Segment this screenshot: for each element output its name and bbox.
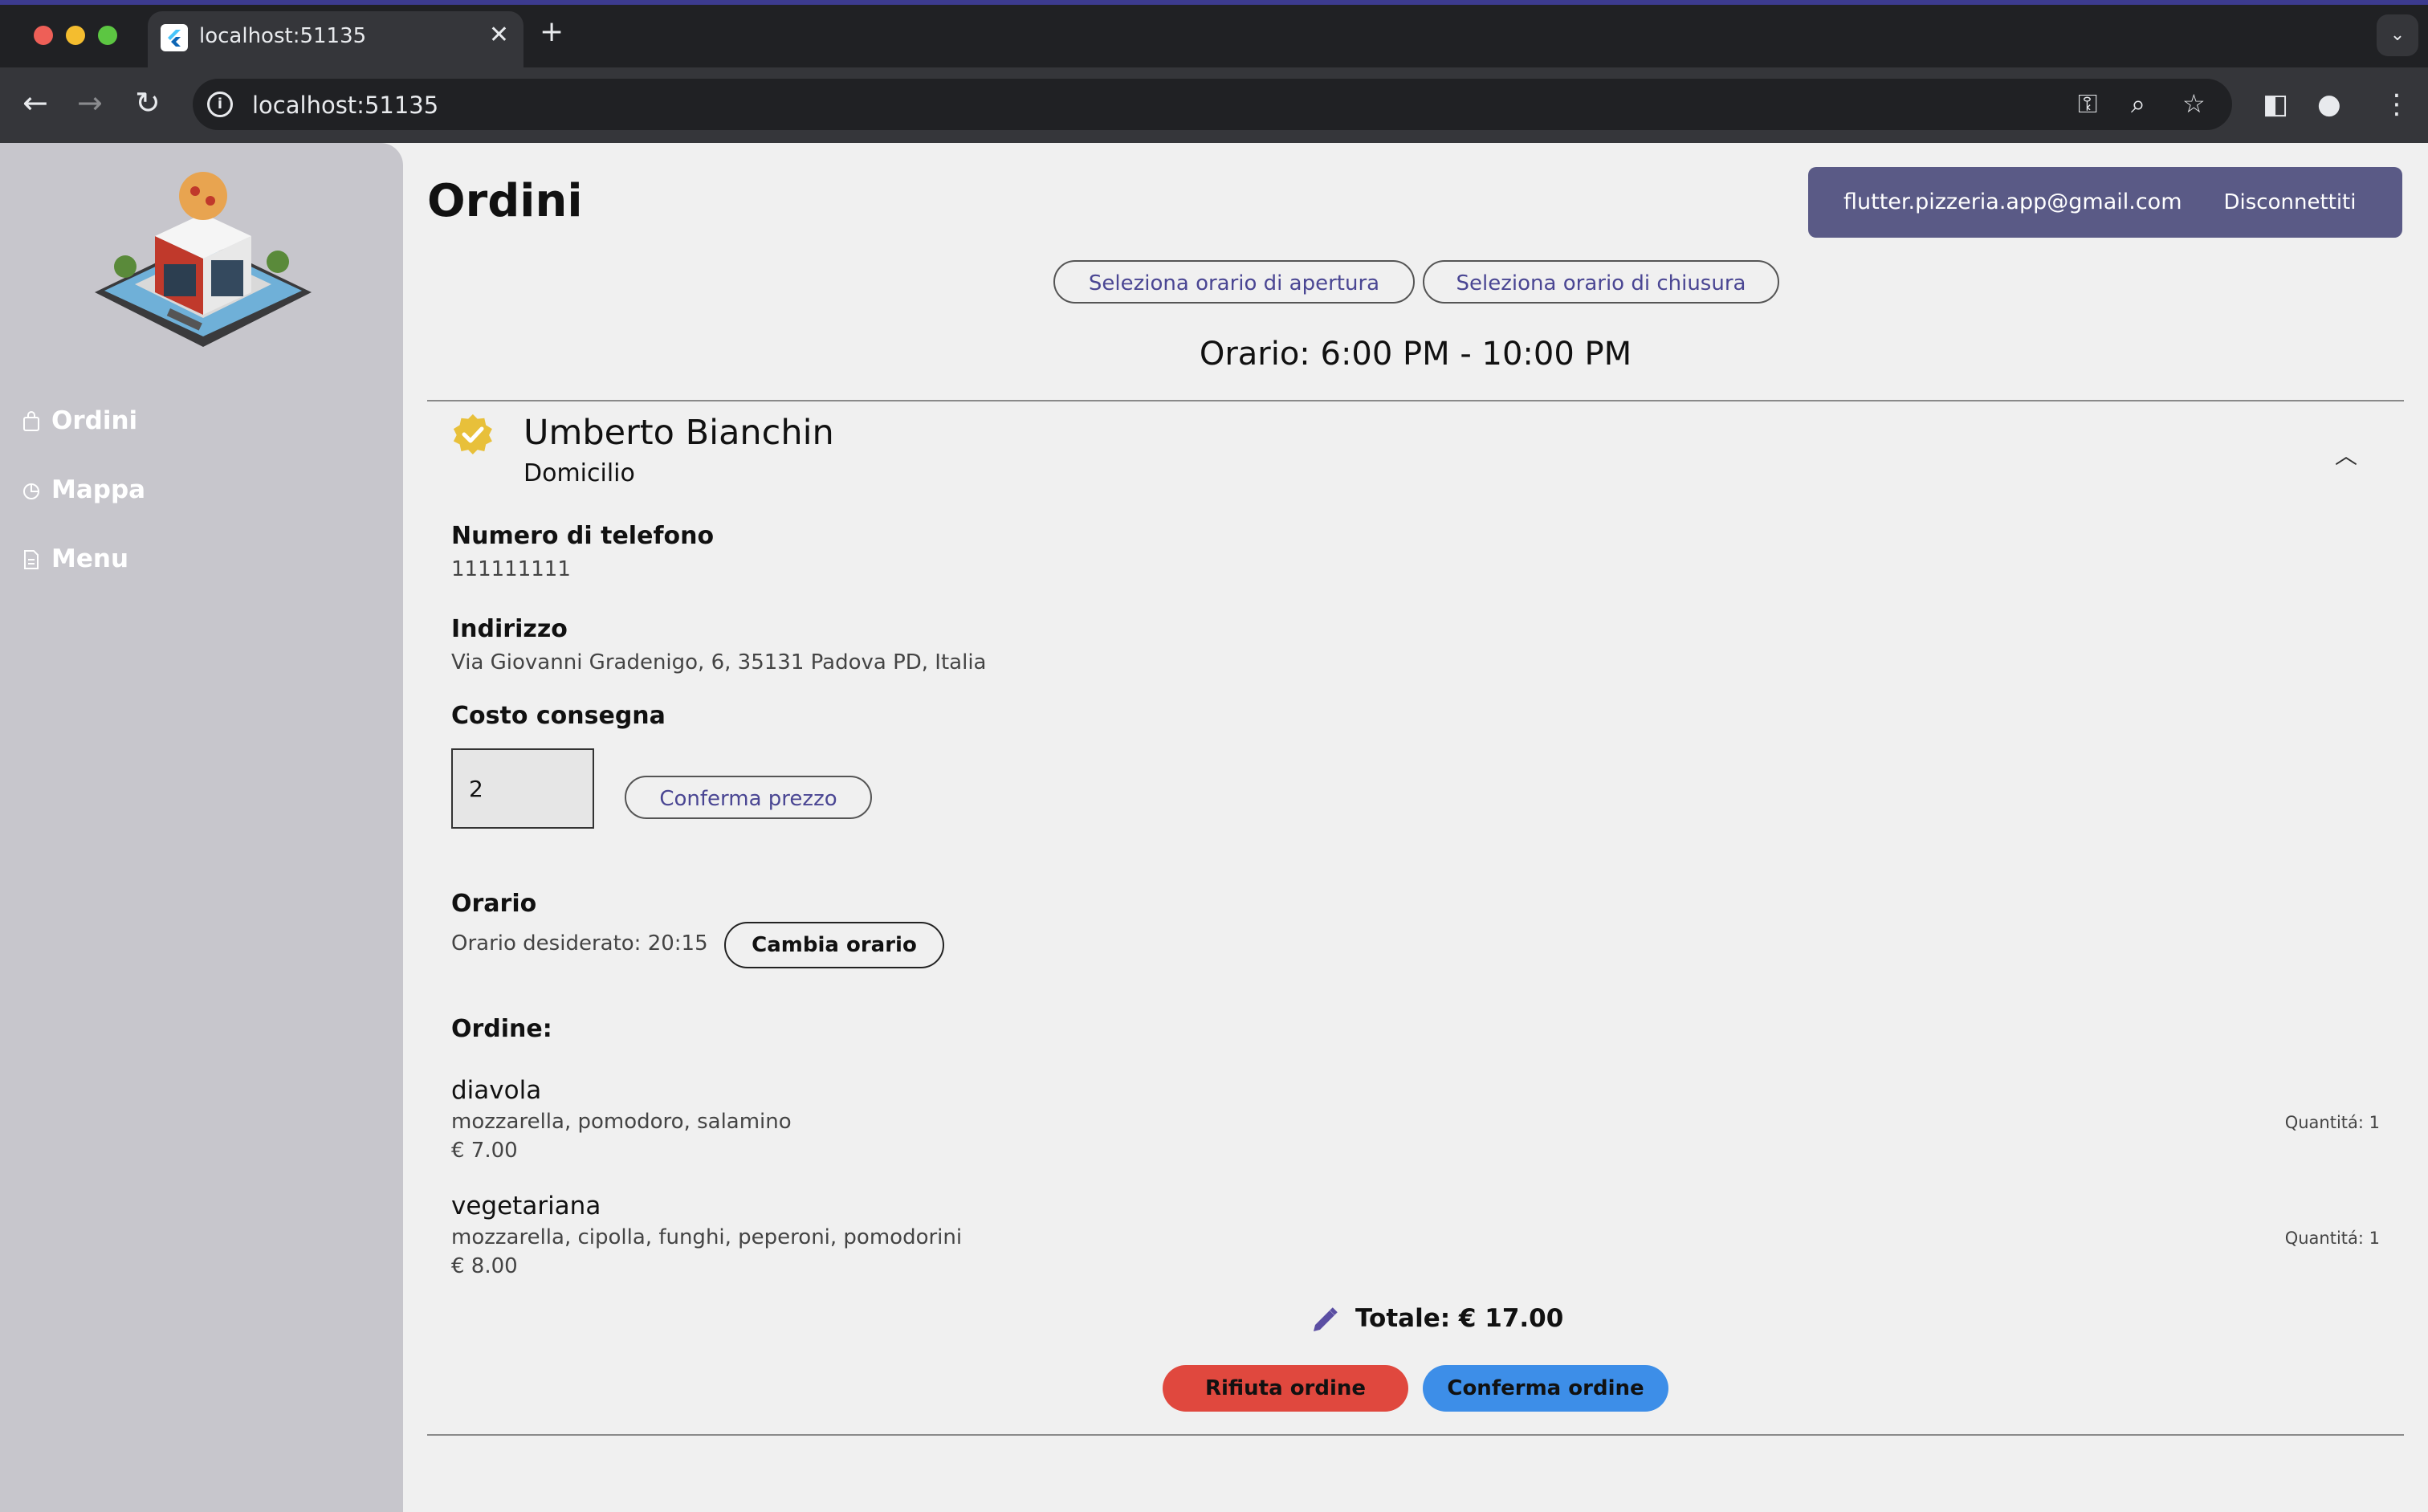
confirm-price-button[interactable]: Conferma prezzo <box>625 776 872 819</box>
profile-icon[interactable]: ● <box>2317 88 2341 120</box>
tab-close-icon[interactable]: ✕ <box>489 21 509 49</box>
reload-icon[interactable]: ↻ <box>135 85 161 120</box>
window-maximize-button[interactable] <box>98 26 117 45</box>
browser-chrome: localhost:51135 ✕ + ⌄ ← → ↻ i localhost:… <box>0 0 2428 143</box>
select-opening-time-button[interactable]: Seleziona orario di apertura <box>1053 260 1415 304</box>
flutter-icon <box>161 24 188 51</box>
window-top-border <box>0 0 2428 5</box>
new-tab-button[interactable]: + <box>540 18 564 47</box>
divider <box>427 400 2404 401</box>
tab-title: localhost:51135 <box>199 24 367 48</box>
address-label: Indirizzo <box>451 615 568 643</box>
item-name: diavola <box>451 1076 542 1105</box>
change-time-button[interactable]: Cambia orario <box>724 922 944 968</box>
order-label: Ordine: <box>451 1015 552 1043</box>
chevron-up-icon[interactable]: ︿ <box>2335 438 2357 471</box>
logout-button[interactable]: Disconnettiti <box>2210 178 2370 226</box>
item-quantity: Quantitá: 1 <box>2284 1229 2380 1248</box>
time-label: Orario <box>451 890 537 918</box>
document-icon <box>24 550 39 569</box>
item-name: vegetariana <box>451 1192 601 1221</box>
sidebar-item-label: Menu <box>51 544 129 573</box>
item-ingredients: mozzarella, pomodoro, salamino <box>451 1110 792 1134</box>
address-bar[interactable]: i localhost:51135 ⚿ ⌕ ☆ <box>193 79 2232 130</box>
bookmark-star-icon[interactable]: ☆ <box>2182 88 2206 119</box>
reject-order-button[interactable]: Rifiuta ordine <box>1163 1365 1408 1412</box>
edit-pencil-icon[interactable] <box>1310 1306 1339 1335</box>
confirm-order-button[interactable]: Conferma ordine <box>1423 1365 1668 1412</box>
back-arrow-icon[interactable]: ← <box>22 85 48 120</box>
opening-hours: Orario: 6:00 PM - 10:00 PM <box>1199 336 1632 373</box>
password-key-icon[interactable]: ⚿ <box>2078 88 2097 120</box>
verified-badge-icon <box>451 413 495 459</box>
tab-search-chevron-icon[interactable]: ⌄ <box>2377 14 2418 56</box>
delivery-cost-input[interactable] <box>451 748 594 829</box>
forward-arrow-icon[interactable]: → <box>77 85 103 120</box>
item-price: € 7.00 <box>451 1139 518 1163</box>
bag-icon <box>23 411 39 431</box>
account-bar: flutter.pizzeria.app@gmail.com Disconnet… <box>1808 167 2402 238</box>
window-minimize-button[interactable] <box>66 26 85 45</box>
phone-value: 111111111 <box>451 557 571 581</box>
pizzeria-logo <box>87 164 320 368</box>
divider <box>427 1434 2404 1436</box>
account-email: flutter.pizzeria.app@gmail.com <box>1843 190 2182 214</box>
page-title: Ordini <box>427 175 583 227</box>
site-info-icon[interactable]: i <box>207 92 233 117</box>
url-text[interactable]: localhost:51135 <box>252 92 438 119</box>
browser-toolbar: ← → ↻ i localhost:51135 ⚿ ⌕ ☆ ◧ ● ⋮ <box>0 67 2428 143</box>
browser-tab[interactable]: localhost:51135 ✕ <box>148 11 523 67</box>
order-type: Domicilio <box>523 459 635 487</box>
order-total: Totale: € 17.00 <box>1355 1304 1564 1333</box>
item-price: € 8.00 <box>451 1254 518 1278</box>
phone-label: Numero di telefono <box>451 522 715 550</box>
sidebar-item-label: Ordini <box>51 406 138 435</box>
customer-name: Umberto Bianchin <box>523 413 834 453</box>
window-close-button[interactable] <box>34 26 53 45</box>
select-closing-time-button[interactable]: Seleziona orario di chiusura <box>1423 260 1779 304</box>
delivery-cost-label: Costo consegna <box>451 702 666 730</box>
pie-chart-icon <box>23 483 39 499</box>
item-quantity: Quantitá: 1 <box>2284 1113 2380 1132</box>
menu-kebab-icon[interactable]: ⋮ <box>2383 88 2410 120</box>
desired-time: Orario desiderato: 20:15 <box>451 931 708 956</box>
sidebar: Ordini Mappa Menu <box>0 143 403 1512</box>
zoom-icon[interactable]: ⌕ <box>2131 88 2145 120</box>
side-panel-icon[interactable]: ◧ <box>2263 88 2288 120</box>
main-content: Ordini flutter.pizzeria.app@gmail.com Di… <box>427 143 2404 1512</box>
item-ingredients: mozzarella, cipolla, funghi, peperoni, p… <box>451 1225 963 1249</box>
sidebar-item-label: Mappa <box>51 475 146 504</box>
address-value: Via Giovanni Gradenigo, 6, 35131 Padova … <box>451 650 987 674</box>
